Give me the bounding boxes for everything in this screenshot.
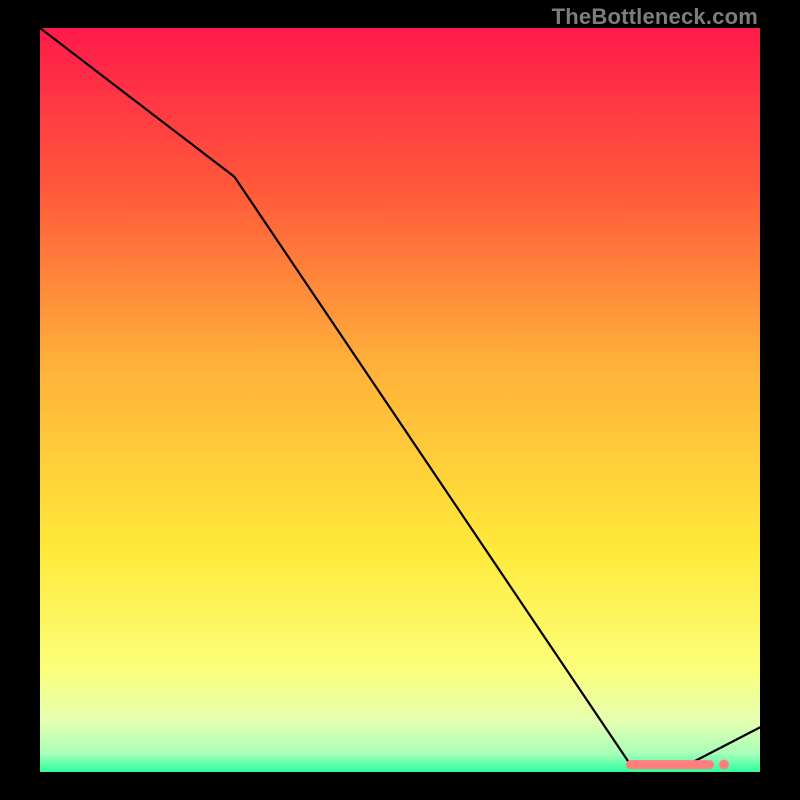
chart-frame: TheBottleneck.com bbox=[0, 0, 800, 800]
optimal-range-end-dot bbox=[719, 760, 729, 770]
attribution-label: TheBottleneck.com bbox=[552, 4, 758, 30]
chart-svg bbox=[40, 28, 760, 772]
plot-area bbox=[40, 28, 760, 772]
gradient-background bbox=[40, 28, 760, 772]
